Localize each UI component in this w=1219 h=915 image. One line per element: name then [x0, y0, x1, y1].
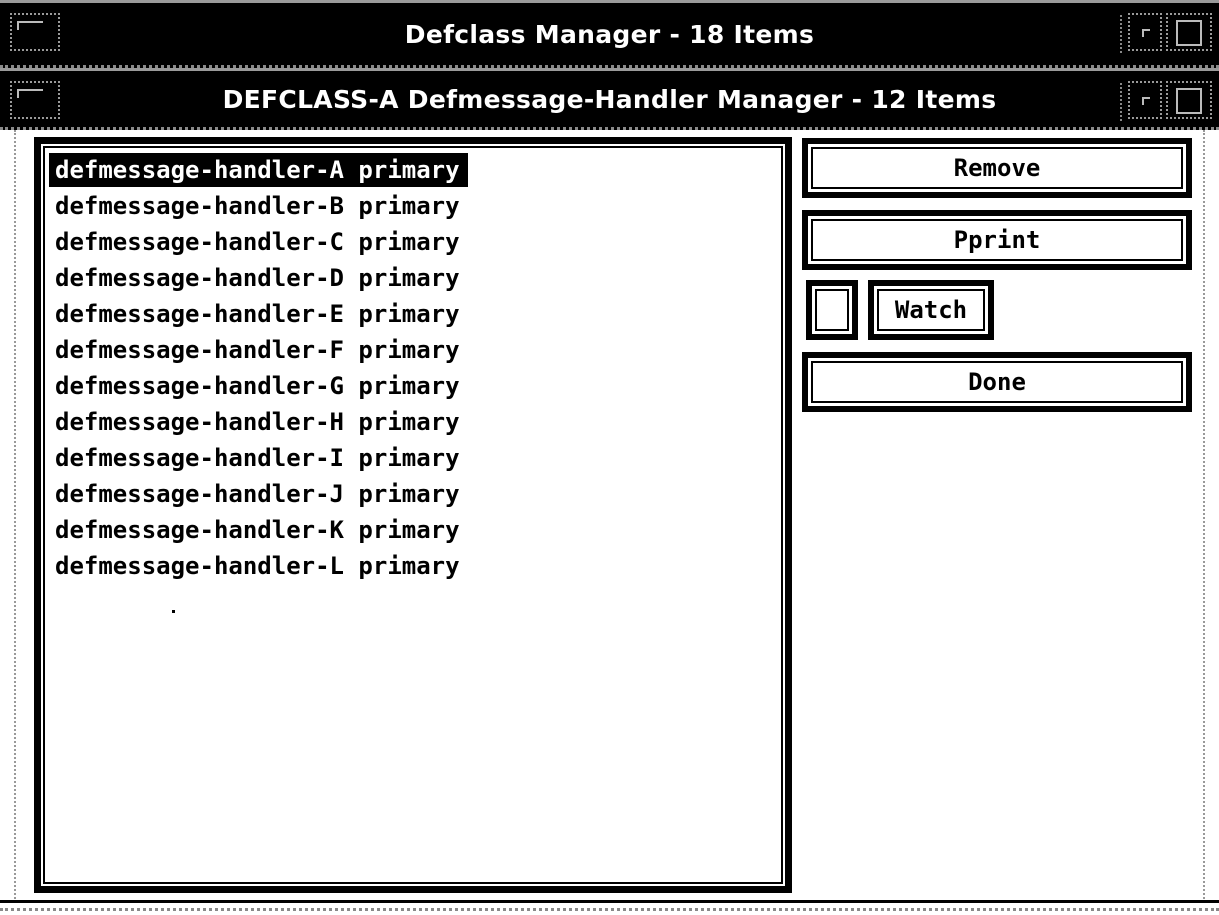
dialog-titlebar[interactable]: DEFCLASS-A Defmessage-Handler Manager - … [0, 68, 1219, 130]
watch-label: Watch [877, 289, 985, 331]
dialog-title: DEFCLASS-A Defmessage-Handler Manager - … [222, 84, 997, 114]
stray-pixel [172, 610, 175, 613]
list-item[interactable]: defmessage-handler-F primary [49, 333, 468, 367]
remove-button[interactable]: Remove [802, 138, 1192, 198]
dialog-minimize-icon[interactable] [1128, 81, 1162, 119]
watch-checkbox[interactable] [806, 280, 858, 340]
list-item[interactable]: defmessage-handler-L primary [49, 549, 468, 583]
pprint-button-label: Pprint [811, 219, 1183, 261]
list-item[interactable]: defmessage-handler-A primary [49, 153, 468, 187]
list-item[interactable]: defmessage-handler-B primary [49, 189, 468, 223]
list-item[interactable]: defmessage-handler-J primary [49, 477, 468, 511]
outer-window-title: Defclass Manager - 18 Items [404, 19, 815, 49]
list-item[interactable]: defmessage-handler-E primary [49, 297, 468, 331]
outer-window-titlebar[interactable]: Defclass Manager - 18 Items [0, 0, 1219, 68]
list-item[interactable]: defmessage-handler-G primary [49, 369, 468, 403]
remove-button-label: Remove [811, 147, 1183, 189]
dialog-titlebar-divider [1120, 83, 1122, 121]
list-item[interactable]: defmessage-handler-D primary [49, 261, 468, 295]
watch-toggle-button[interactable]: Watch [868, 280, 994, 340]
done-button-label: Done [811, 361, 1183, 403]
list-item[interactable]: defmessage-handler-I primary [49, 441, 468, 475]
pprint-button[interactable]: Pprint [802, 210, 1192, 270]
watch-checkbox-box [815, 289, 849, 331]
list-item[interactable]: defmessage-handler-C primary [49, 225, 468, 259]
titlebar-divider [1120, 15, 1122, 53]
list-item[interactable]: defmessage-handler-H primary [49, 405, 468, 439]
maximize-icon[interactable] [1166, 13, 1212, 51]
window-bottom-border [0, 900, 1219, 914]
done-button[interactable]: Done [802, 352, 1192, 412]
minimize-icon[interactable] [1128, 13, 1162, 51]
dialog-maximize-icon[interactable] [1166, 81, 1212, 119]
list-item[interactable]: defmessage-handler-K primary [49, 513, 468, 547]
handler-list[interactable]: defmessage-handler-A primary defmessage-… [34, 137, 792, 893]
